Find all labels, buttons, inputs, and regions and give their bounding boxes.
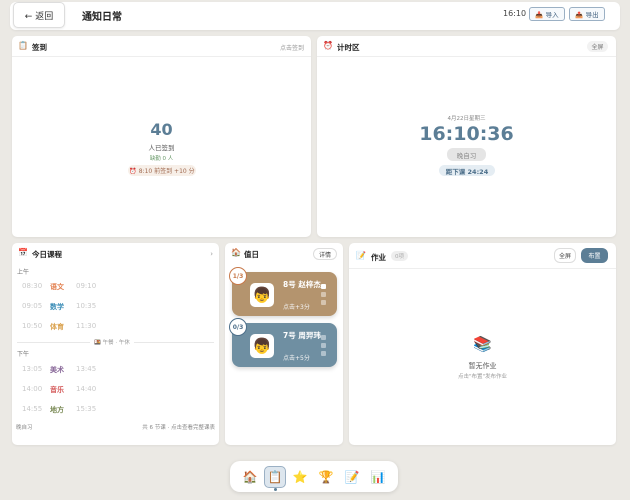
schedule-subject: 地方: [50, 406, 64, 414]
schedule-start-time: 14:55: [22, 405, 43, 413]
timer-time: 16:10:36: [419, 123, 514, 145]
schedule-subject: 美术: [50, 366, 64, 374]
page-title: 通知日常: [82, 12, 122, 23]
student-avatar-icon: 👦: [250, 334, 274, 358]
duty-student-name: 8号 赵梓杰: [283, 280, 321, 289]
schedule-end-time: 15:35: [76, 405, 97, 413]
calendar-icon: 📅: [18, 248, 28, 257]
schedule-card-header: 📅 今日课程 ›: [12, 243, 219, 264]
dock-active-indicator: [274, 488, 277, 491]
progress-dot: [321, 300, 326, 305]
schedule-row: 08:30 语文 09:10: [22, 282, 96, 292]
dock-house-icon[interactable]: 🏠: [239, 466, 261, 488]
timer-card: ⏰ 计时区 全屏 4月22日星期三 16:10:36 晚自习 距下课 24:24: [317, 36, 616, 237]
import-button[interactable]: 📥 导入: [529, 7, 565, 21]
schedule-subject: 音乐: [50, 386, 64, 394]
dock-memo-icon[interactable]: 📝: [341, 466, 363, 488]
signin-note: ⏰ 8:10 前签到 +10 分: [128, 165, 196, 176]
signin-leave: 缺勤 0 人: [149, 156, 174, 162]
schedule-morning-label: 上午: [17, 269, 30, 276]
student-avatar-icon: 👦: [250, 283, 274, 307]
homework-card-header: 📝 作业 0项 全屏 布置: [349, 243, 616, 269]
schedule-row: 09:05 数学 10:35: [22, 302, 96, 312]
homework-empty-hint: 点击"布置"发布作业: [457, 374, 508, 380]
schedule-end-time: 10:35: [76, 302, 97, 310]
bottom-dock: 🏠 📋 ⭐ 🏆 📝 📊: [230, 461, 398, 492]
schedule-row: 14:00 音乐 14:40: [22, 385, 96, 395]
alarm-clock-icon: ⏰: [323, 41, 333, 50]
schedule-start-time: 08:30: [22, 282, 43, 290]
schedule-start-time: 10:50: [22, 322, 43, 330]
schedule-row: 10:50 体育 11:30: [22, 322, 96, 332]
header-clock: 16:10: [503, 9, 527, 18]
progress-dot: [321, 343, 326, 348]
signin-title: 签到: [32, 43, 47, 52]
schedule-break: 🍱 午餐 · 午休: [90, 338, 134, 346]
signin-count-label: 人已签到: [148, 144, 175, 152]
duty-progress-dots: [321, 284, 327, 308]
schedule-end-time: 09:10: [76, 282, 97, 290]
schedule-footer-right[interactable]: 共 6 节课 · 点击查看完整课表: [142, 423, 215, 431]
duty-detail-button[interactable]: 详情: [313, 248, 337, 260]
homework-card: 📝 作业 0项 全屏 布置 📚 暂无作业 点击"布置"发布作业: [349, 243, 616, 445]
progress-dot: [321, 292, 326, 297]
progress-dot: [321, 351, 326, 356]
export-button[interactable]: 📤 导出: [569, 7, 605, 21]
schedule-row: 13:05 美术 13:45: [22, 365, 96, 375]
progress-dot: [321, 335, 326, 340]
schedule-start-time: 13:05: [22, 365, 43, 373]
schedule-title: 今日课程: [32, 250, 62, 259]
clipboard-icon: 📋: [18, 41, 28, 50]
dock-trophy-icon[interactable]: 🏆: [315, 466, 337, 488]
schedule-afternoon-label: 下午: [17, 351, 30, 358]
signin-card-header: 📋 签到 点击签到: [12, 36, 311, 57]
duty-progress-badge: 1/3: [229, 267, 247, 285]
timer-date: 4月22日星期三: [447, 116, 486, 122]
dock-star-icon[interactable]: ⭐: [289, 466, 311, 488]
chevron-right-icon[interactable]: ›: [210, 250, 213, 258]
schedule-end-time: 11:30: [76, 322, 97, 330]
house-icon: 🏠: [231, 248, 241, 257]
timer-remaining: 距下课 24:24: [439, 165, 495, 176]
timer-title: 计时区: [337, 43, 360, 52]
timer-session: 晚自习: [447, 148, 486, 161]
duty-progress-badge: 0/3: [229, 318, 247, 336]
schedule-row: 14:55 地方 15:35: [22, 405, 96, 415]
duty-points[interactable]: 点击+3分: [283, 302, 310, 311]
signin-action[interactable]: 点击签到: [280, 43, 304, 52]
homework-publish-button[interactable]: 布置: [581, 248, 608, 263]
signin-card[interactable]: 📋 签到 点击签到 40 人已签到 缺勤 0 人 ⏰ 8:10 前签到 +10 …: [12, 36, 311, 237]
timer-fullscreen-button[interactable]: 全屏: [587, 41, 608, 52]
duty-title: 值日: [244, 250, 259, 259]
duty-card-header: 🏠 值日 详情: [225, 243, 343, 264]
homework-title: 作业: [371, 253, 386, 262]
signin-count: 40: [150, 120, 173, 139]
duty-student-name: 7号 周羿玮: [283, 331, 321, 340]
schedule-subject: 体育: [50, 323, 64, 331]
schedule-end-time: 13:45: [76, 365, 97, 373]
schedule-start-time: 09:05: [22, 302, 43, 310]
books-icon: 📚: [473, 335, 492, 353]
duty-progress-dots: [321, 335, 327, 359]
homework-count-tag: 0项: [391, 251, 408, 261]
progress-dot: [321, 284, 326, 289]
schedule-start-time: 14:00: [22, 385, 43, 393]
schedule-end-time: 14:40: [76, 385, 97, 393]
dock-checklist-icon[interactable]: 📋: [264, 466, 286, 488]
schedule-subject: 数学: [50, 303, 64, 311]
dock-chart-icon[interactable]: 📊: [367, 466, 389, 488]
homework-fullscreen-button[interactable]: 全屏: [554, 248, 576, 263]
schedule-subject: 语文: [50, 283, 64, 291]
schedule-footer-left: 晚自习: [16, 425, 33, 431]
timer-card-header: ⏰ 计时区 全屏: [317, 36, 616, 57]
homework-empty-title: 暂无作业: [468, 362, 497, 370]
memo-icon: 📝: [356, 251, 366, 260]
duty-points[interactable]: 点击+5分: [283, 353, 310, 362]
back-button[interactable]: ← 返回: [13, 2, 65, 28]
